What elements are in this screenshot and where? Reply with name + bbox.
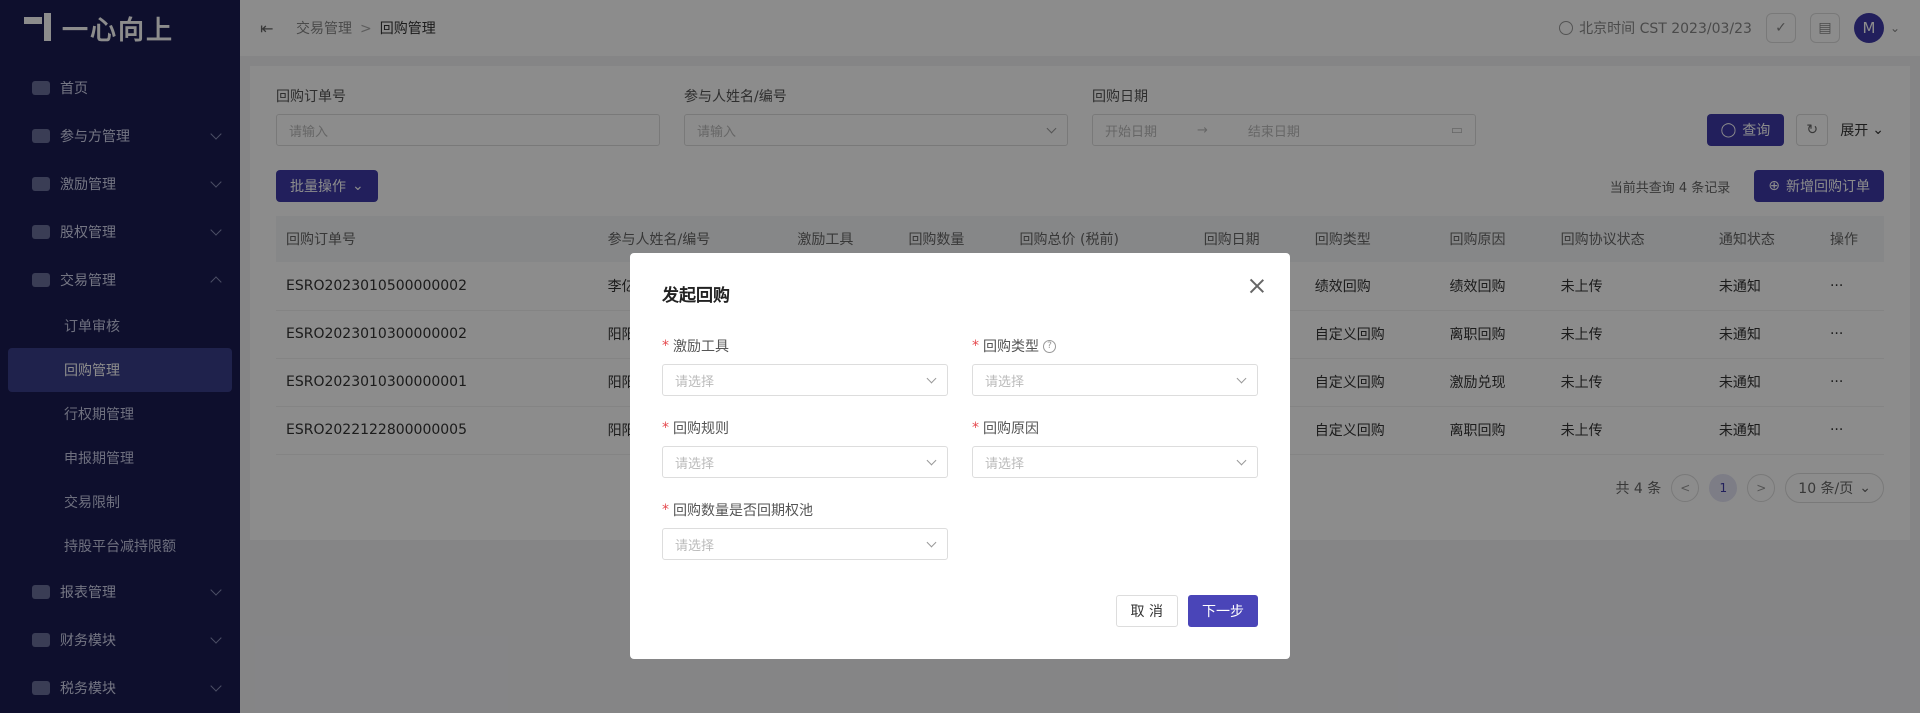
buyback-type-select[interactable]: 请选择: [972, 364, 1258, 396]
field-label: * 激励工具: [662, 336, 948, 356]
select-placeholder: 请选择: [675, 456, 715, 472]
buyback-rule-select[interactable]: 请选择: [662, 446, 948, 478]
select-placeholder: 请选择: [985, 456, 1025, 472]
next-step-button[interactable]: 下一步: [1188, 595, 1258, 627]
required-mark: *: [662, 502, 669, 518]
field-label: * 回购原因: [972, 418, 1258, 438]
field-buyback-reason: * 回购原因 请选择: [972, 418, 1258, 478]
field-buyback-type: * 回购类型? 请选择: [972, 336, 1258, 396]
close-icon[interactable]: [1248, 277, 1266, 295]
field-label: * 回购数量是否回期权池: [662, 500, 948, 520]
select-placeholder: 请选择: [675, 374, 715, 390]
field-incentive-tool: * 激励工具 请选择: [662, 336, 948, 396]
field-label: * 回购规则: [662, 418, 948, 438]
incentive-tool-select[interactable]: 请选择: [662, 364, 948, 396]
field-label-text: 回购数量是否回期权池: [673, 503, 813, 519]
field-label-text: 回购类型: [983, 339, 1039, 355]
cancel-button[interactable]: 取 消: [1115, 595, 1178, 627]
buyback-reason-select[interactable]: 请选择: [972, 446, 1258, 478]
chevron-down-icon: [1236, 373, 1247, 384]
field-buyback-rule: * 回购规则 请选择: [662, 418, 948, 478]
return-to-pool-select[interactable]: 请选择: [662, 528, 948, 560]
select-placeholder: 请选择: [675, 538, 715, 554]
chevron-down-icon: [926, 455, 937, 466]
buyback-form: * 激励工具 请选择 * 回购类型? 请选择 * 回购规则 请选择 * 回购原因 请选择…: [662, 336, 1258, 560]
field-label: * 回购类型?: [972, 336, 1258, 356]
required-mark: *: [662, 338, 669, 354]
field-return-to-pool: * 回购数量是否回期权池 请选择: [662, 500, 948, 560]
chevron-down-icon: [926, 373, 937, 384]
field-label-text: 激励工具: [673, 339, 729, 355]
dialog-title: 发起回购: [662, 286, 730, 306]
required-mark: *: [662, 420, 669, 436]
chevron-down-icon: [926, 537, 937, 548]
help-icon[interactable]: ?: [1043, 339, 1056, 353]
initiate-buyback-dialog: 发起回购 * 激励工具 请选择 * 回购类型? 请选择 * 回购规则 请选择 * 回购原…: [630, 253, 1290, 659]
required-mark: *: [972, 420, 979, 436]
field-label-text: 回购规则: [673, 421, 729, 437]
required-mark: *: [972, 338, 979, 354]
dialog-footer: 取 消 下一步: [1115, 595, 1258, 627]
chevron-down-icon: [1236, 455, 1247, 466]
select-placeholder: 请选择: [985, 374, 1025, 390]
field-label-text: 回购原因: [983, 421, 1039, 437]
